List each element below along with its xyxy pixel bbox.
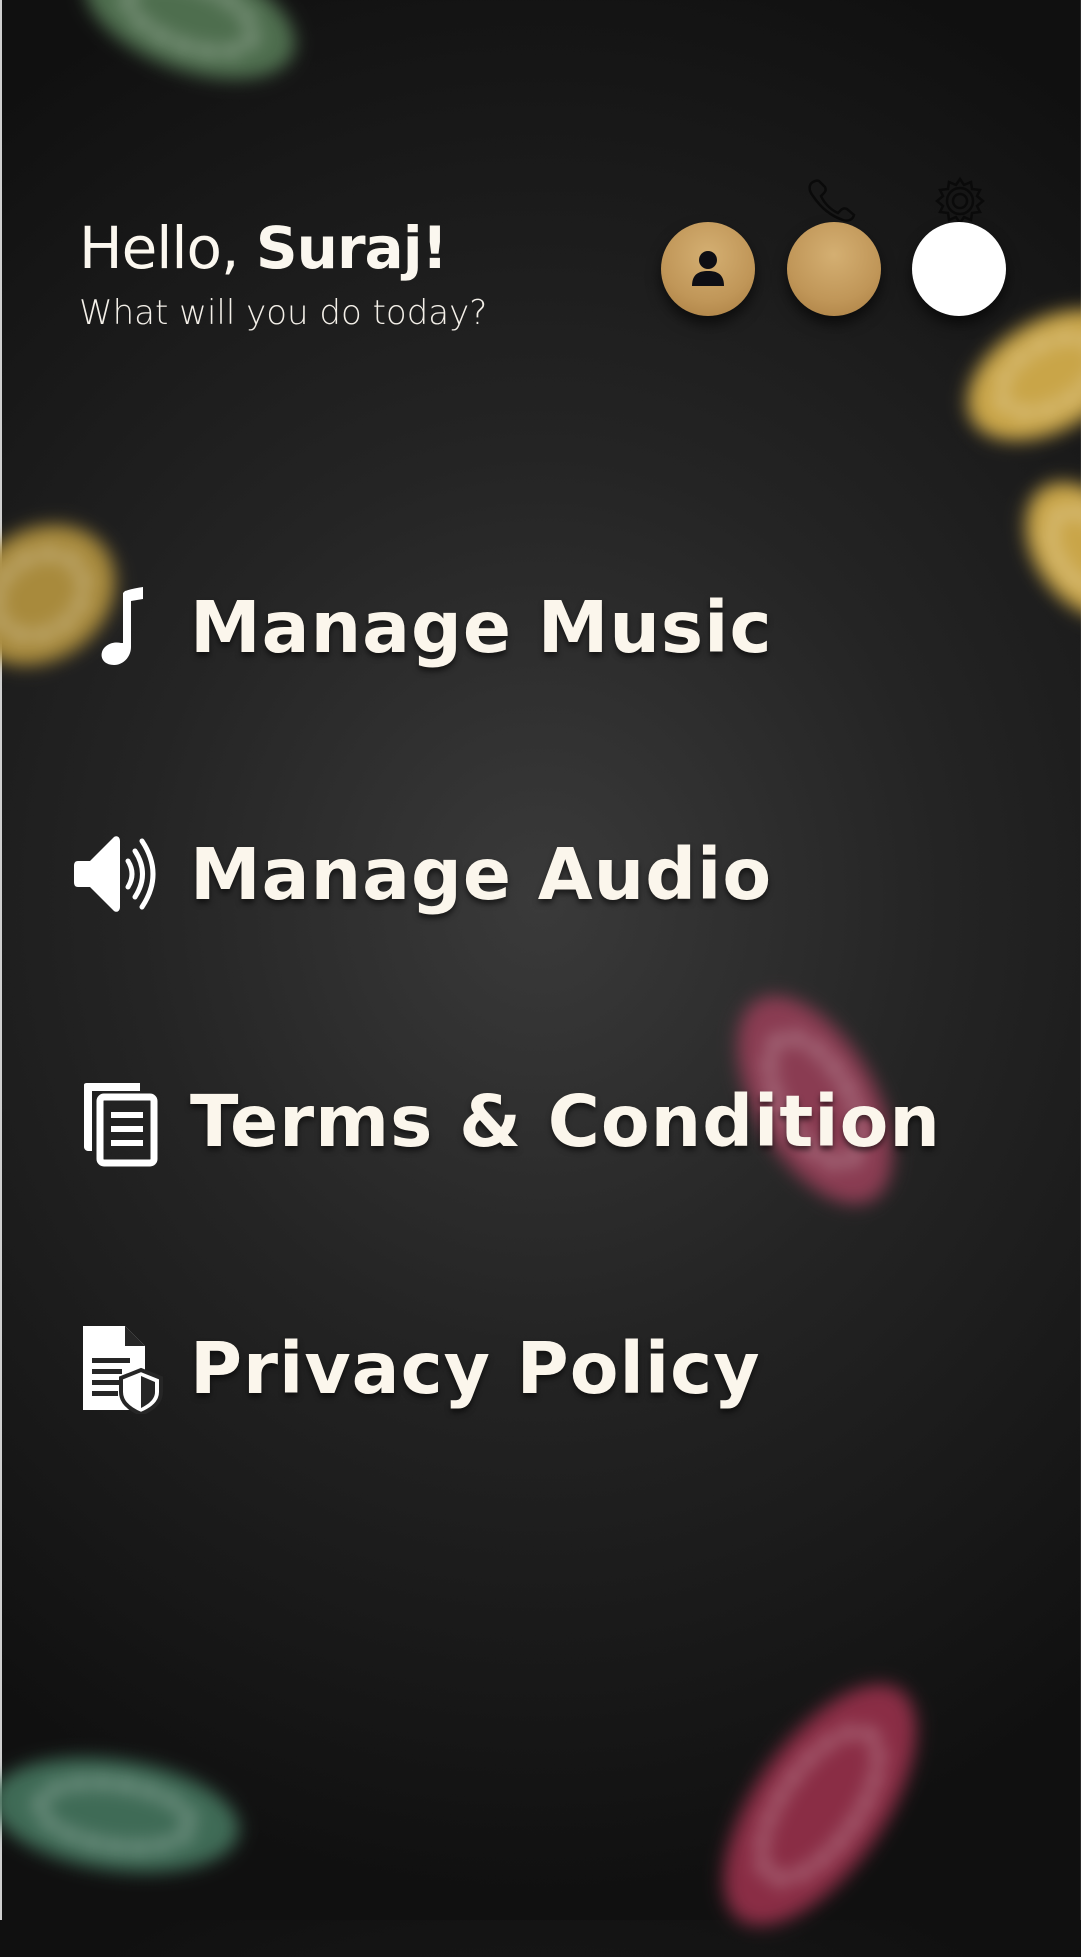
poker-chip-decoration: [67, 0, 313, 105]
contact-button[interactable]: [787, 222, 881, 316]
menu-label: Manage Audio: [190, 832, 773, 916]
menu-label: Terms & Condition: [190, 1079, 941, 1163]
profile-button[interactable]: [661, 222, 755, 316]
greeting-subtitle: What will you do today?: [79, 293, 488, 333]
greeting-title: Hello, Suraj!: [79, 208, 487, 288]
user-icon: [692, 251, 724, 286]
privacy-document-icon: [60, 1313, 180, 1423]
gear-icon: [935, 176, 985, 226]
documents-icon: [60, 1066, 180, 1176]
screen-edge: [0, 0, 2, 1920]
menu-label: Privacy Policy: [190, 1326, 761, 1410]
settings-button[interactable]: [912, 222, 1006, 316]
music-note-icon: [60, 572, 180, 682]
user-name: Suraj!: [255, 214, 448, 282]
poker-chip-decoration: [686, 1653, 954, 1957]
phone-icon: [808, 179, 856, 222]
greeting: Hello, Suraj! What will you do today?: [79, 208, 487, 338]
speaker-icon: [60, 819, 180, 929]
poker-chip-decoration: [0, 1743, 247, 1887]
poker-chip-decoration: [1001, 459, 1081, 641]
header-actions: [640, 170, 1020, 320]
menu-label: Manage Music: [190, 585, 773, 669]
greeting-prefix: Hello,: [79, 214, 256, 282]
